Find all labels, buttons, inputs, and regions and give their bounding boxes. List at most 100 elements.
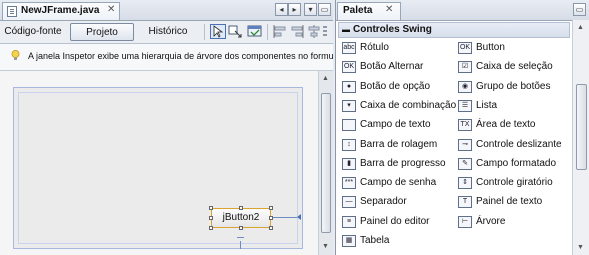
spinner-icon: ⇕: [458, 177, 472, 190]
palette-item-caixa-de-combinação[interactable]: ▾ Caixa de combinação: [342, 97, 456, 116]
palette-tab-bar: Paleta ✕ ▭: [336, 0, 589, 21]
palette-item-label: Rótulo: [360, 42, 389, 53]
button-group-icon: ◉: [458, 80, 472, 93]
resize-handle[interactable]: [239, 226, 243, 230]
palette-item-label: Tabela: [360, 235, 390, 246]
palette-title: Paleta: [343, 5, 373, 16]
palette-item-label: Caixa de seleção: [476, 61, 553, 73]
palette-item-controle-giratório[interactable]: ⇕ Controle giratório: [458, 174, 572, 193]
history-view-button[interactable]: Histórico: [140, 23, 196, 41]
palette-item-label: Painel de texto: [476, 196, 543, 208]
resize-handle[interactable]: [209, 216, 213, 220]
slider-icon: ⊸: [458, 138, 472, 151]
radio-button-icon: ●: [342, 80, 356, 93]
palette-item-painel-do-editor[interactable]: ≡ Painel do editor: [342, 213, 456, 232]
collapse-category-icon[interactable]: ▬: [342, 25, 350, 34]
minimize-window-icon[interactable]: ▭: [573, 3, 586, 16]
palette-tab[interactable]: Paleta ✕: [337, 2, 401, 20]
palette-item-lista[interactable]: ☰ Lista: [458, 97, 572, 116]
jframe-form[interactable]: jButton2: [13, 87, 303, 249]
combo-box-icon: ▾: [342, 99, 356, 112]
scroll-down-icon[interactable]: ▼: [322, 243, 329, 250]
toggle-button-icon: OK: [342, 61, 356, 74]
canvas-vertical-scrollbar[interactable]: ▲ ▼: [318, 71, 333, 255]
file-tab[interactable]: NewJFrame.java ✕: [2, 2, 120, 20]
resize-handle[interactable]: [209, 226, 213, 230]
design-canvas[interactable]: jButton2: [0, 71, 318, 255]
palette-item-label: Lista: [476, 99, 498, 111]
palette-item-tabela[interactable]: ▦ Tabela: [342, 232, 456, 251]
palette-item-barra-de-progresso[interactable]: ▮ Barra de progresso: [342, 155, 456, 174]
file-tab-label: NewJFrame.java: [21, 5, 100, 16]
selection-mode-icon[interactable]: [210, 24, 226, 39]
palette-item-label: Controle giratório: [476, 177, 553, 189]
palette-item-label: Campo de texto: [360, 119, 431, 131]
resize-handle[interactable]: [239, 206, 243, 210]
connection-mode-icon[interactable]: [228, 24, 244, 39]
separator-icon: —: [342, 196, 356, 209]
toolbar-separator: [267, 24, 268, 40]
palette-item-campo-de-senha[interactable]: *** Campo de senha: [342, 174, 456, 193]
palette-item-caixa-de-seleção[interactable]: ☑ Caixa de seleção: [458, 58, 572, 77]
scrollbar-thumb[interactable]: [576, 84, 587, 170]
palette-item-button[interactable]: OK Button: [458, 39, 572, 58]
info-hint-bar: A janela Inspetor exibe uma hierarquia d…: [0, 44, 333, 71]
palette-item-label: Árvore: [476, 215, 506, 227]
palette-item-botão-de-opção[interactable]: ● Botão de opção: [342, 78, 456, 97]
button-icon: OK: [458, 42, 472, 54]
palette-item-botão-alternar[interactable]: OK Botão Alternar: [342, 58, 456, 77]
palette-item-barra-de-rolagem[interactable]: ↕ Barra de rolagem: [342, 136, 456, 155]
info-hint-text: A janela Inspetor exibe uma hierarquia d…: [28, 51, 333, 61]
text-pane-icon: T: [458, 196, 472, 209]
palette-item-separador[interactable]: — Separador: [342, 193, 456, 212]
scroll-tabs-right-icon[interactable]: ▸: [288, 3, 301, 16]
palette-item-controle-deslizante[interactable]: ⊸ Controle deslizante: [458, 136, 572, 155]
palette-item-label: Separador: [360, 196, 407, 208]
scroll-up-icon[interactable]: ▲: [577, 24, 584, 31]
palette-item-label: Caixa de combinação: [360, 99, 457, 111]
formatted-field-icon: ✎: [458, 157, 472, 170]
palette-panel: Paleta ✕ ▭ ▬ Controles Swing abc Rótulo OK…: [335, 0, 589, 255]
close-tab-icon[interactable]: ✕: [107, 4, 115, 15]
preview-design-icon[interactable]: [247, 24, 263, 39]
editor-pane-icon: ≡: [342, 215, 356, 228]
palette-item-painel-de-texto[interactable]: T Painel de texto: [458, 193, 572, 212]
center-horizontally-icon[interactable]: [306, 24, 322, 39]
anchor-marker: [237, 237, 244, 243]
align-left-icon[interactable]: [272, 24, 288, 39]
show-opened-documents-icon[interactable]: ▾: [304, 3, 317, 16]
palette-item-label: Botão Alternar: [360, 61, 424, 73]
scroll-tabs-left-icon[interactable]: ◂: [275, 3, 288, 16]
palette-item-grupo-de-botões[interactable]: ◉ Grupo de botões: [458, 78, 572, 97]
palette-item-label: Área de texto: [476, 119, 536, 131]
resize-handle[interactable]: [269, 206, 273, 210]
palette-item-árvore[interactable]: ⊢ Árvore: [458, 213, 572, 232]
source-view-button[interactable]: Código-fonte: [3, 23, 63, 41]
horizontal-anchor-guide: [271, 217, 297, 218]
close-palette-icon[interactable]: ✕: [385, 4, 393, 15]
editor-toolbar: Código-fonte Projeto Histórico: [0, 21, 333, 44]
palette-item-rótulo[interactable]: abc Rótulo: [342, 39, 456, 58]
scroll-down-icon[interactable]: ▼: [577, 244, 584, 251]
resize-handle[interactable]: [269, 216, 273, 220]
toolbar-overflow-icon[interactable]: [323, 26, 327, 38]
palette-vertical-scrollbar[interactable]: ▲ ▼: [572, 20, 589, 255]
editor-tab-bar: NewJFrame.java ✕ ◂ ▸ ▾ ▭: [0, 0, 333, 21]
align-right-icon[interactable]: [289, 24, 305, 39]
palette-item-campo-formatado[interactable]: ✎ Campo formatado: [458, 155, 572, 174]
category-header-swing-controls[interactable]: ▬ Controles Swing: [338, 22, 570, 38]
resize-handle[interactable]: [209, 206, 213, 210]
resize-handle[interactable]: [269, 226, 273, 230]
palette-item-label: Button: [476, 42, 505, 53]
palette-item-label: Painel do editor: [360, 215, 430, 227]
maximize-window-icon[interactable]: ▭: [318, 3, 331, 16]
palette-item-campo-de-texto[interactable]: Campo de texto: [342, 116, 456, 135]
anchor-arrow-icon: [297, 214, 301, 220]
checkbox-icon: ☑: [458, 61, 472, 74]
jbutton2-component[interactable]: jButton2: [211, 208, 271, 228]
scroll-up-icon[interactable]: ▲: [322, 75, 329, 82]
design-view-button[interactable]: Projeto: [70, 23, 134, 41]
palette-item-área-de-texto[interactable]: TX Área de texto: [458, 116, 572, 135]
scrollbar-thumb[interactable]: [321, 93, 331, 233]
palette-item-label: Campo formatado: [476, 157, 557, 169]
